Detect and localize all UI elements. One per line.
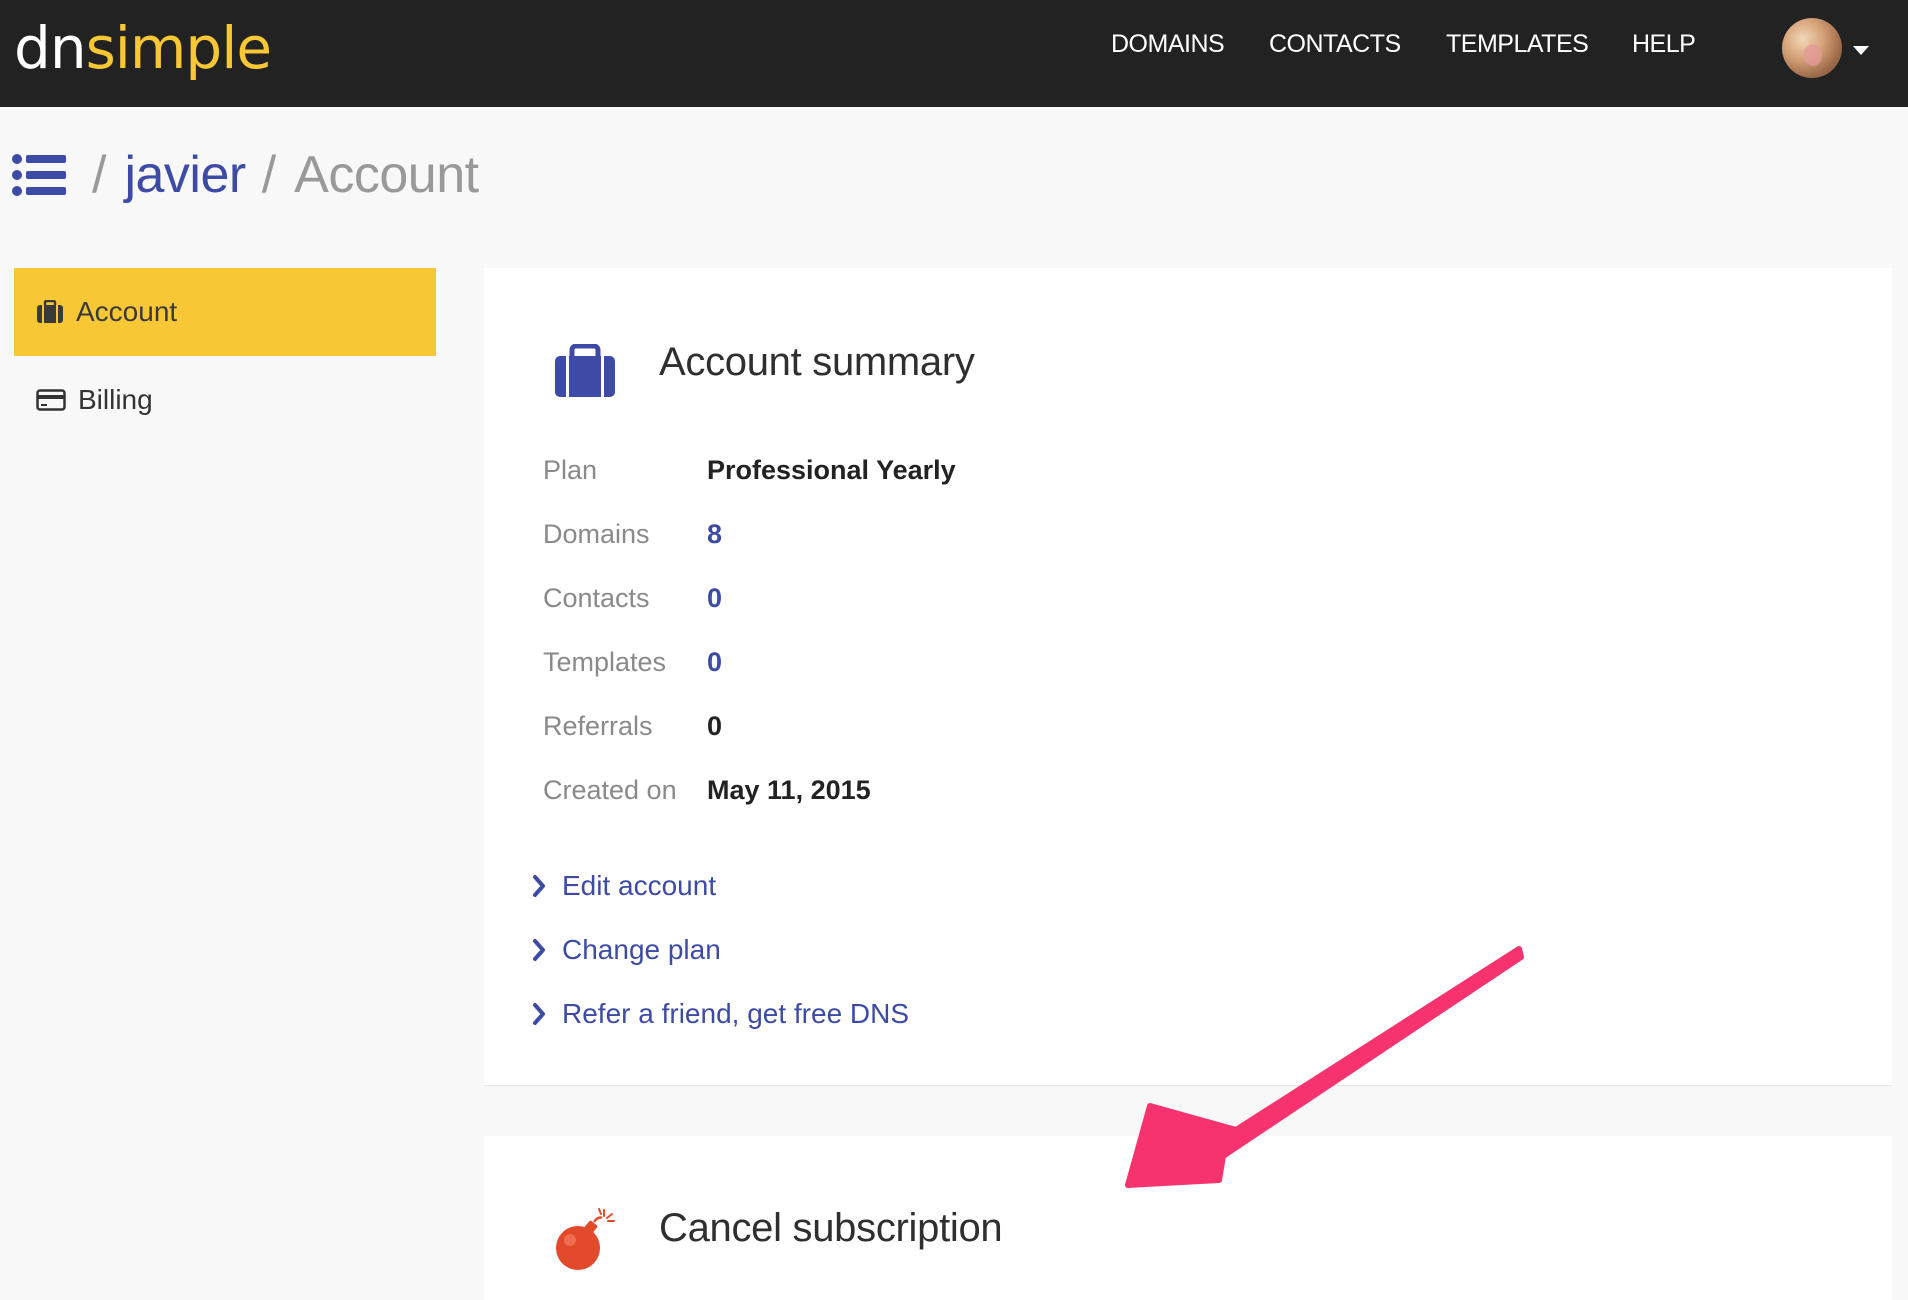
breadcrumb-separator: /: [92, 146, 107, 204]
briefcase-icon: [555, 344, 615, 397]
change-plan-link[interactable]: Change plan: [532, 934, 721, 966]
logo-text-dn: dn: [14, 14, 87, 82]
breadcrumb: / javier / Account: [12, 143, 479, 207]
summary-row-templates: Templates 0: [543, 642, 722, 682]
dnsimple-logo[interactable]: dnsimple: [14, 8, 272, 88]
sidebar-item-account[interactable]: Account: [14, 268, 436, 356]
chevron-right-icon: [533, 939, 545, 961]
cancel-subscription-title[interactable]: Cancel subscription: [659, 1206, 1003, 1251]
row-label: Contacts: [543, 582, 650, 613]
sidebar-item-label: Billing: [78, 384, 153, 415]
logo-text-simple: simple: [85, 14, 272, 82]
sidebar-item-billing[interactable]: Billing: [14, 356, 436, 444]
nav-help-link[interactable]: HELP: [1632, 30, 1696, 59]
top-navbar: dnsimple DOMAINS CONTACTS TEMPLATES HELP: [0, 0, 1908, 107]
breadcrumb-separator: /: [261, 146, 277, 204]
summary-row-domains: Domains 8: [543, 514, 722, 554]
row-label: Domains: [543, 518, 650, 549]
templates-count-link[interactable]: 0: [707, 647, 722, 678]
action-label: Refer a friend, get free DNS: [562, 998, 910, 1029]
summary-row-created-on: Created on May 11, 2015: [543, 770, 871, 810]
row-value: May 11, 2015: [707, 774, 871, 805]
chevron-down-icon[interactable]: [1853, 46, 1869, 55]
user-avatar[interactable]: [1782, 18, 1842, 78]
action-label: Change plan: [562, 934, 721, 965]
row-label: Plan: [543, 454, 598, 485]
row-value: Professional Yearly: [707, 454, 956, 485]
chevron-right-icon: [533, 875, 545, 897]
sidebar-item-label: Account: [76, 296, 178, 327]
summary-row-referrals: Referrals 0: [543, 706, 722, 746]
cancel-subscription-card: Cancel subscription: [484, 1136, 1892, 1300]
summary-row-contacts: Contacts 0: [543, 578, 722, 618]
breadcrumb-current-page: Account: [294, 146, 479, 204]
row-label: Referrals: [543, 710, 653, 741]
nav-templates-link[interactable]: TEMPLATES: [1446, 30, 1589, 59]
credit-card-icon: [36, 389, 66, 411]
edit-account-link[interactable]: Edit account: [532, 870, 716, 902]
summary-row-plan: Plan Professional Yearly: [543, 450, 956, 490]
domains-count-link[interactable]: 8: [707, 519, 722, 550]
breadcrumb-user-link[interactable]: javier: [124, 145, 246, 205]
action-label: Edit account: [562, 870, 717, 901]
row-label: Created on: [543, 774, 677, 805]
chevron-right-icon: [533, 1003, 545, 1025]
contacts-count-link[interactable]: 0: [707, 583, 722, 614]
account-summary-card: Account summary Plan Professional Yearly…: [484, 268, 1892, 1086]
nav-domains-link[interactable]: DOMAINS: [1111, 30, 1225, 59]
row-value: 0: [707, 710, 723, 741]
refer-a-friend-link[interactable]: Refer a friend, get free DNS: [532, 998, 909, 1030]
briefcase-icon: [37, 300, 63, 323]
row-label: Templates: [543, 646, 667, 677]
nav-contacts-link[interactable]: CONTACTS: [1269, 30, 1401, 59]
list-icon[interactable]: [12, 153, 66, 197]
account-summary-title: Account summary: [659, 340, 975, 384]
bomb-icon: [556, 1208, 615, 1270]
